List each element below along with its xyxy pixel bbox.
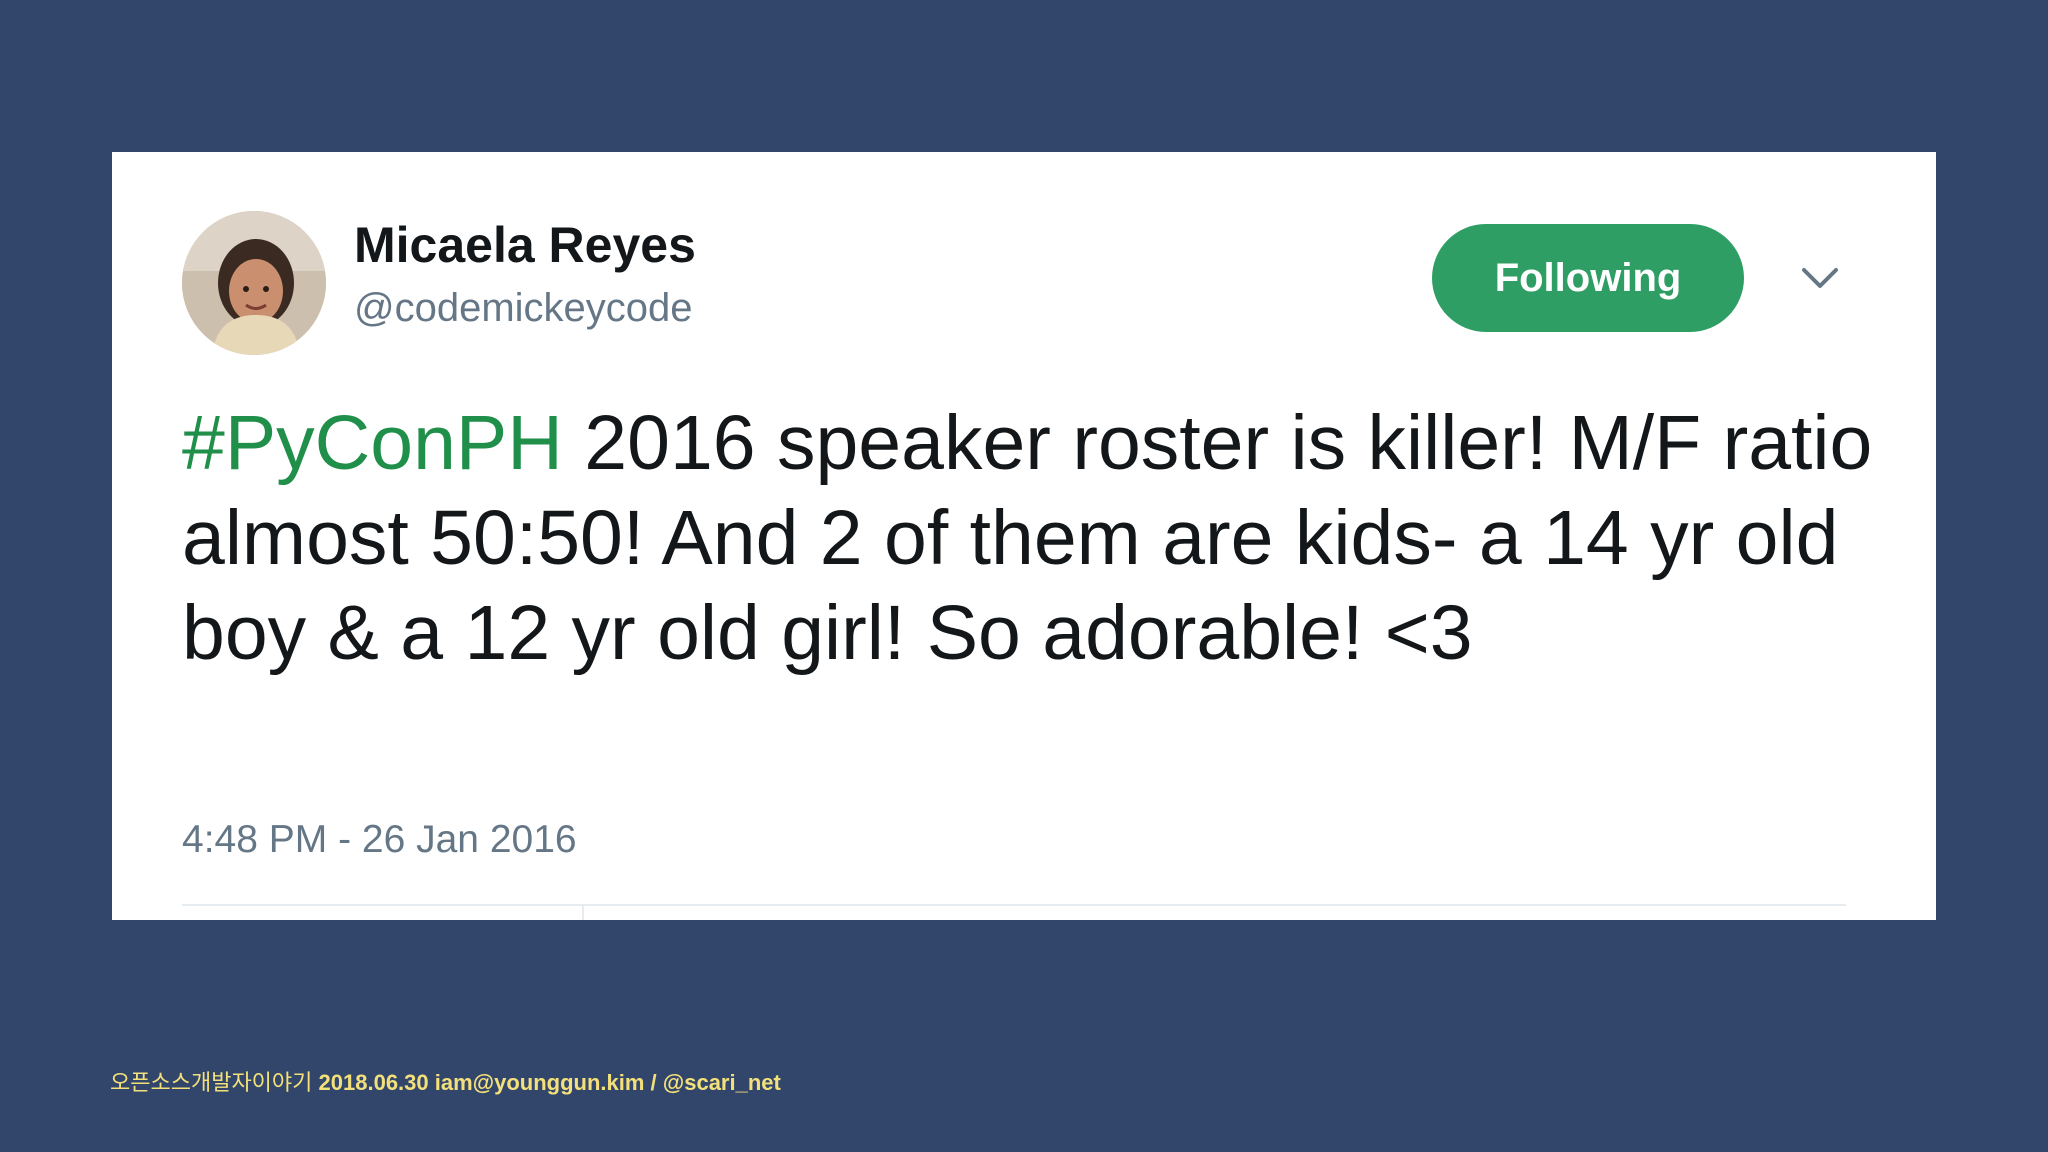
hashtag-link[interactable]: #PyConPH	[182, 400, 563, 486]
tweet-text: #PyConPH 2016 speaker roster is killer! …	[182, 396, 1882, 681]
slide-footer: 오픈소스개발자이야기 2018.06.30 iam@younggun.kim /…	[110, 1072, 781, 1094]
footer-meta: 2018.06.30 iam@younggun.kim / @scari_net	[318, 1070, 781, 1095]
divider-segment	[582, 906, 584, 920]
divider	[182, 904, 1846, 906]
tweet-card: Micaela Reyes @codemickeycode Following …	[112, 152, 1936, 920]
chevron-down-icon[interactable]	[1800, 264, 1840, 292]
following-button[interactable]: Following	[1432, 224, 1744, 332]
footer-title: 오픈소스개발자이야기	[110, 1070, 313, 1095]
avatar[interactable]	[182, 211, 326, 355]
user-name[interactable]: Micaela Reyes	[354, 220, 696, 270]
tweet-timestamp[interactable]: 4:48 PM - 26 Jan 2016	[182, 820, 577, 859]
user-handle[interactable]: @codemickeycode	[354, 288, 693, 328]
